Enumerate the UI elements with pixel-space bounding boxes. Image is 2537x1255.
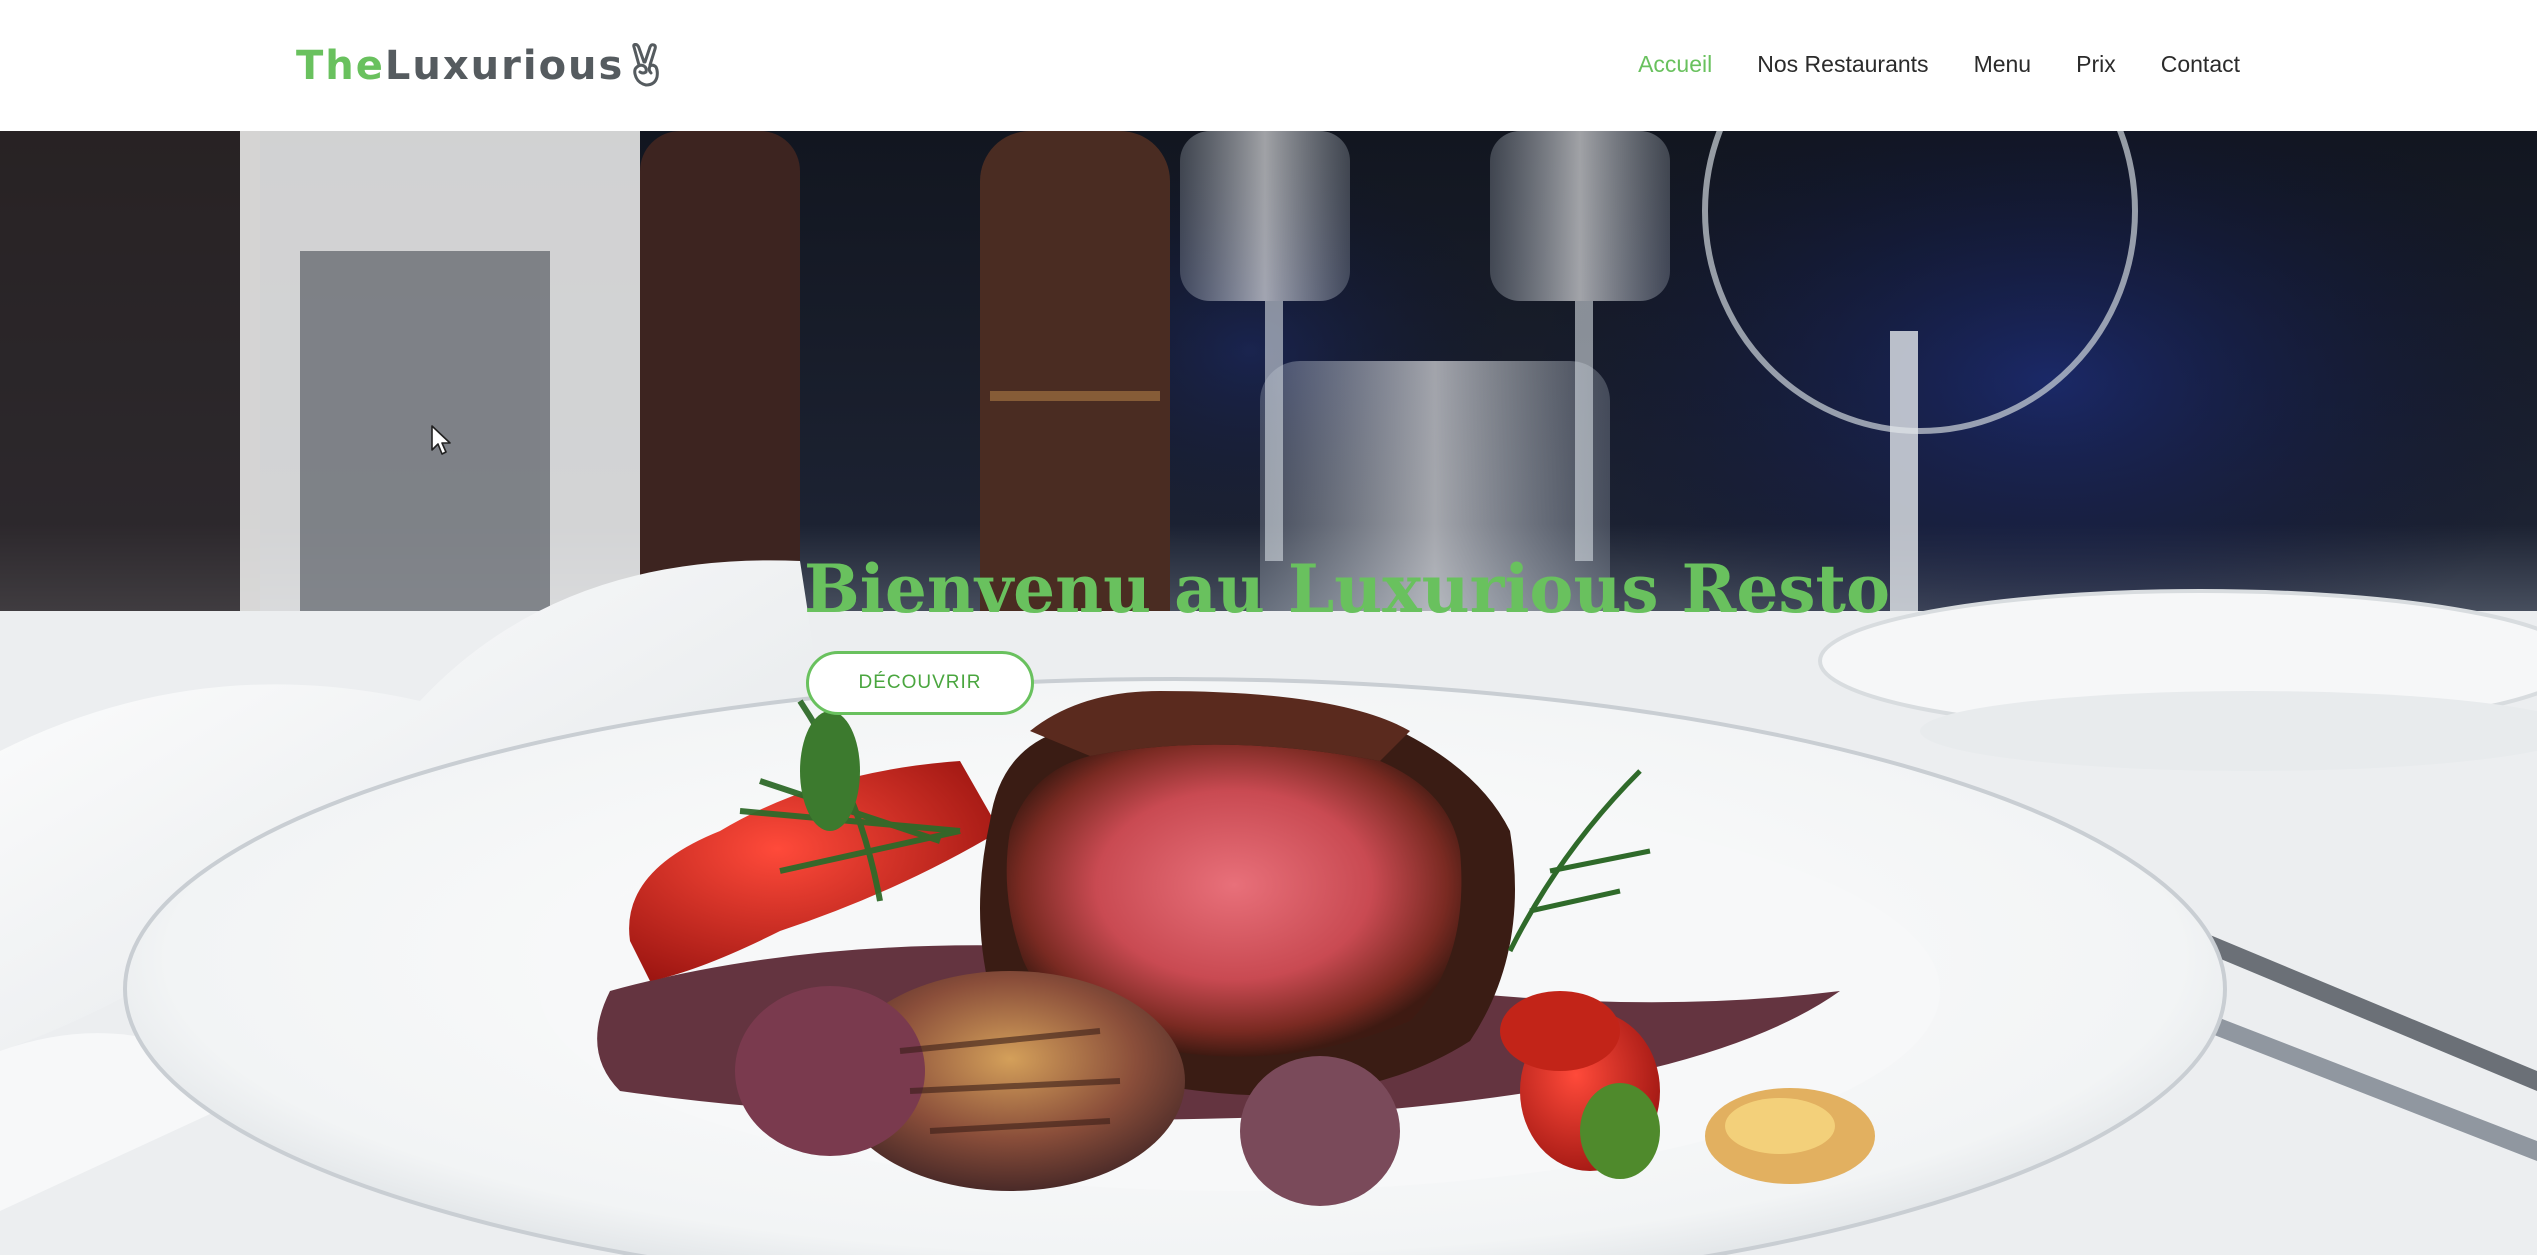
nav-item-accueil[interactable]: Accueil	[1638, 51, 1712, 78]
nav-item-contact[interactable]: Contact	[2161, 51, 2240, 78]
main-nav: Accueil Nos Restaurants Menu Prix Contac…	[1638, 44, 2240, 84]
logo-main-text: Luxurious	[384, 43, 625, 89]
discover-button[interactable]: DÉCOUVRIR	[806, 651, 1034, 715]
hero-title: Bienvenu au Luxurious Resto	[804, 550, 1891, 628]
nav-item-prix[interactable]: Prix	[2076, 51, 2116, 78]
site-logo[interactable]: The Luxurious	[296, 38, 664, 94]
nav-item-nos-restaurants[interactable]: Nos Restaurants	[1757, 51, 1928, 78]
mouse-cursor-icon	[431, 425, 451, 455]
site-header: The Luxurious Accueil Nos Restaurants Men…	[0, 0, 2537, 131]
peace-hand-icon	[628, 42, 664, 89]
logo-accent-text: The	[296, 43, 385, 89]
hero-background-image	[0, 131, 2537, 1255]
nav-item-menu[interactable]: Menu	[1974, 51, 2032, 78]
hero-section: Bienvenu au Luxurious Resto DÉCOUVRIR	[0, 131, 2537, 1255]
